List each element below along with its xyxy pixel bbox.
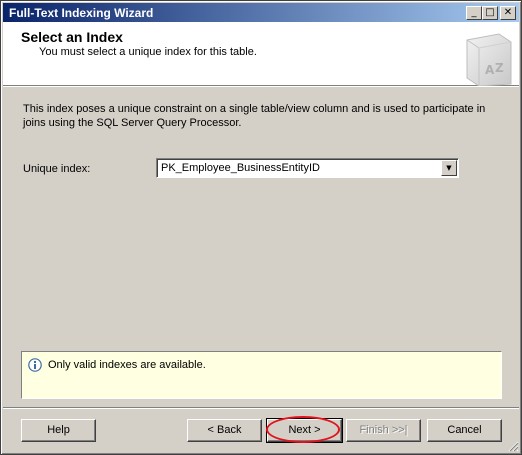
resize-grip-icon[interactable] <box>507 440 519 452</box>
index-description: This index poses a unique constraint on … <box>23 103 486 129</box>
svg-text:A: A <box>485 63 495 77</box>
info-icon <box>28 358 42 372</box>
svg-text:Z: Z <box>495 61 504 75</box>
info-panel: Only valid indexes are available. <box>21 351 502 399</box>
chevron-down-icon[interactable]: ▼ <box>441 160 457 176</box>
wizard-window: Full-Text Indexing Wizard _ □ ✕ Select a… <box>0 0 522 455</box>
wizard-header: Select an Index You must select a unique… <box>3 22 519 86</box>
back-button[interactable]: < Back <box>187 419 262 442</box>
page-subtitle: You must select a unique index for this … <box>39 46 257 58</box>
maximize-button[interactable]: □ <box>482 6 498 20</box>
info-message: Only valid indexes are available. <box>48 359 206 371</box>
help-button[interactable]: Help <box>21 419 96 442</box>
footer-separator-highlight <box>3 408 519 409</box>
unique-index-value: PK_Employee_BusinessEntityID <box>161 162 320 174</box>
window-title: Full-Text Indexing Wizard <box>9 6 154 20</box>
unique-index-label: Unique index: <box>23 163 91 175</box>
cancel-button[interactable]: Cancel <box>427 419 502 442</box>
finish-button[interactable]: Finish >>| <box>346 419 421 442</box>
title-bar[interactable]: Full-Text Indexing Wizard _ □ ✕ <box>3 3 519 22</box>
close-button[interactable]: ✕ <box>500 6 516 20</box>
unique-index-select[interactable]: PK_Employee_BusinessEntityID ▼ <box>156 158 459 178</box>
minimize-button[interactable]: _ <box>466 6 482 20</box>
book-az-icon: A Z <box>466 33 512 86</box>
page-title: Select an Index <box>21 29 123 45</box>
header-divider <box>3 86 519 87</box>
next-button[interactable]: Next > <box>266 418 343 443</box>
